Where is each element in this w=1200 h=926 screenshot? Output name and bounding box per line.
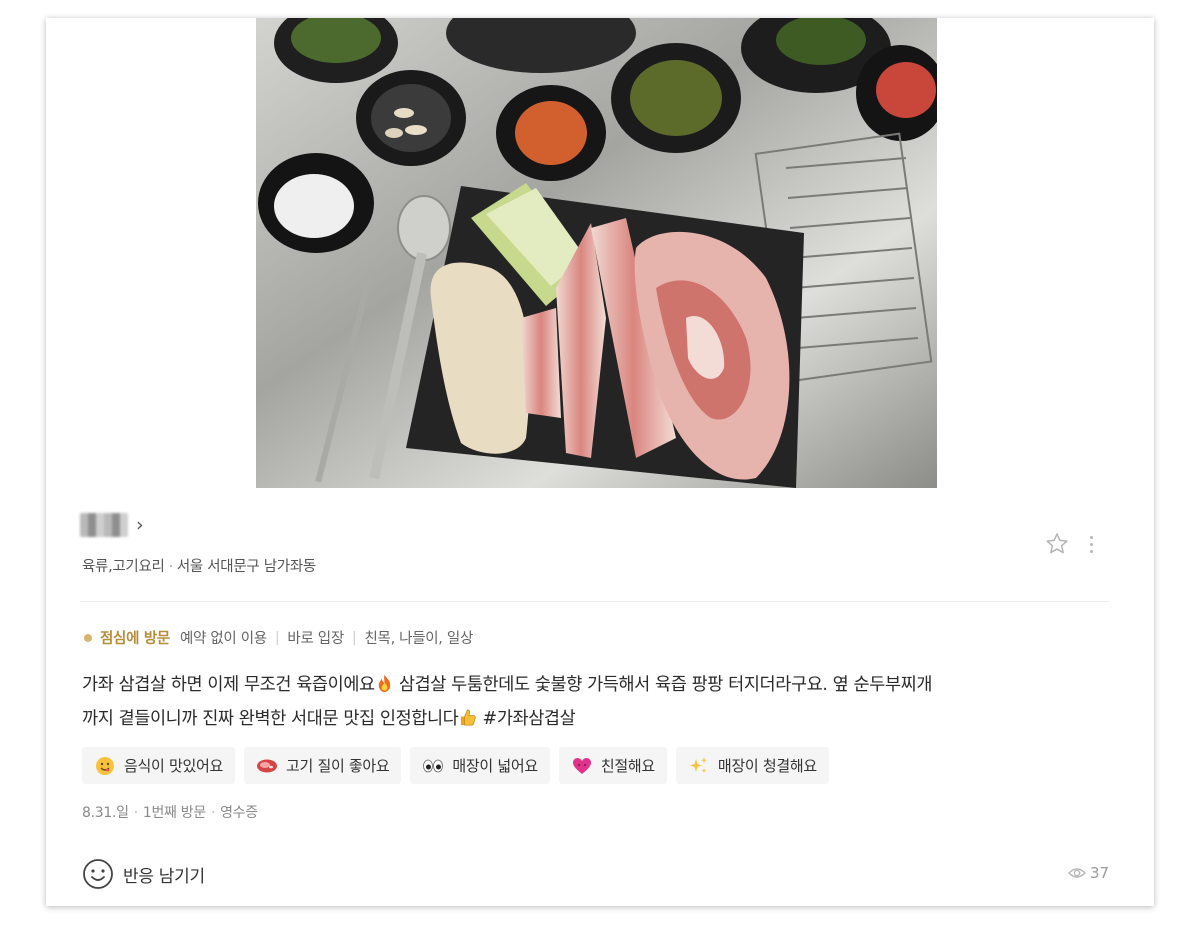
visit-info: 점심에 방문 예약 없이 이용 | 바로 입장 | 친목, 나들이, 일상	[84, 627, 473, 648]
visit-detail: 친목, 나들이, 일상	[364, 631, 474, 647]
tag-chip: 고기 질이 좋아요	[243, 747, 402, 784]
view-count: 37	[1068, 864, 1109, 882]
thumbs-up-icon	[461, 709, 477, 726]
review-meta: 8.31.일 · 1번째 방문 · 영수증	[82, 802, 258, 822]
eyes-icon	[422, 755, 444, 777]
tag-label: 매장이 청결해요	[717, 757, 817, 775]
review-photo[interactable]	[256, 18, 937, 488]
card-actions	[1042, 529, 1096, 559]
yum-face-icon	[94, 755, 116, 777]
favorite-star-button[interactable]	[1042, 529, 1072, 559]
tag-label: 친절해요	[600, 757, 655, 775]
separator-dot: ·	[133, 805, 138, 821]
view-count-value: 37	[1090, 864, 1110, 882]
verification-method: 영수증	[220, 805, 258, 821]
visit-detail: 바로 입장	[287, 631, 344, 647]
more-dot-icon	[1089, 535, 1093, 539]
section-divider	[80, 601, 1110, 602]
fire-icon	[378, 674, 390, 693]
leave-reaction-button[interactable]: 반응 남기기	[82, 858, 205, 890]
review-text-segment: 까지 곁들이니까 진짜 완벽한 서대문 맛집 인정합니다	[82, 709, 459, 729]
smile-icon	[83, 859, 113, 889]
tag-chip: 매장이 넓어요	[410, 747, 550, 784]
review-card: ■■■ › 육류,고기요리·서울 서대문구 남가좌동 점심에 방문 예약 없이 …	[46, 18, 1154, 906]
review-text-segment: 삼겹살 두툼한데도 숯불향 가득해서 육즙 팡팡 터지더라구요. 옆 순두부찌개	[393, 675, 933, 695]
separator-dot: ·	[210, 805, 216, 821]
separator-bar: |	[274, 629, 280, 646]
visit-detail: 예약 없이 이용	[179, 631, 267, 647]
tag-label: 매장이 넓어요	[452, 757, 538, 775]
meat-icon	[256, 755, 278, 777]
review-hashtag[interactable]: #가좌삼겹살	[477, 709, 576, 729]
more-dot-icon	[1089, 549, 1093, 553]
tag-chip: 매장이 청결해요	[675, 747, 829, 784]
heart-icon	[571, 755, 593, 777]
tag-chip: 음식이 맛있어요	[82, 747, 235, 784]
place-name-blurred[interactable]: ■■■	[80, 513, 128, 537]
place-category: 육류,고기요리	[82, 559, 165, 575]
sparkles-icon	[688, 755, 710, 777]
tag-label: 음식이 맛있어요	[124, 757, 223, 775]
review-line: 까지 곁들이니까 진짜 완벽한 서대문 맛집 인정합니다 #가좌삼겹살	[82, 702, 1112, 736]
place-subtitle: 육류,고기요리 · 서울 서대문구 남가좌동	[82, 555, 316, 576]
visit-count: 1번째 방문	[142, 805, 206, 821]
grilled-pork-photo	[256, 18, 937, 488]
more-options-button[interactable]	[1086, 531, 1096, 557]
leave-reaction-label: 반응 남기기	[123, 866, 205, 887]
star-icon	[1046, 533, 1068, 554]
sun-icon	[84, 633, 92, 642]
review-text-segment: 가좌 삼겹살 하면 이제 무조건 육즙이에요	[82, 675, 375, 695]
eye-icon	[1068, 868, 1086, 878]
separator-dot: ·	[168, 559, 174, 575]
review-date: 8.31.일	[82, 805, 129, 821]
tag-label: 고기 질이 좋아요	[285, 757, 390, 775]
place-location: 서울 서대문구 남가좌동	[176, 559, 316, 575]
chevron-right-icon: ›	[136, 513, 144, 536]
separator-bar: |	[351, 629, 357, 646]
tag-chip: 친절해요	[558, 747, 667, 784]
more-dot-icon	[1089, 542, 1093, 546]
visit-time: 점심에 방문	[100, 631, 170, 647]
review-text[interactable]: 가좌 삼겹살 하면 이제 무조건 육즙이에요 삼겹살 두툼한데도 숯불향 가득해…	[82, 668, 1112, 736]
keyword-tags: 음식이 맛있어요 고기 질이 좋아요 매장이 넓어요 친절해요 매장이 청결해요	[82, 747, 829, 784]
place-link[interactable]: ■■■ ›	[80, 513, 144, 537]
review-line: 가좌 삼겹살 하면 이제 무조건 육즙이에요 삼겹살 두툼한데도 숯불향 가득해…	[82, 668, 1112, 702]
